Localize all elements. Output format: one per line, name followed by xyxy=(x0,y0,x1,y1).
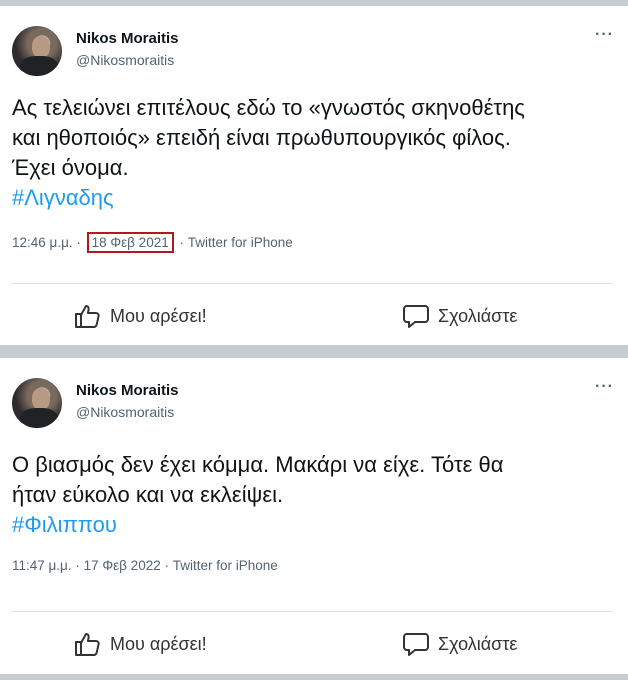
author-name[interactable]: Nikos Moraitis xyxy=(76,30,179,47)
like-button[interactable]: Μου αρέσει! xyxy=(74,631,207,657)
comment-button[interactable]: Σχολιάστε xyxy=(402,631,517,657)
tweet-date[interactable]: 17 Φεβ 2022 xyxy=(84,558,161,573)
thumbs-up-icon xyxy=(75,633,100,656)
tweet-meta: 12:46 μ.μ. · 18 Φεβ 2021 · Twitter for i… xyxy=(12,232,293,253)
tweet-time[interactable]: 11:47 μ.μ. · xyxy=(12,558,80,573)
avatar[interactable] xyxy=(12,378,62,428)
tweet-text-line: ήταν εύκολο και να εκλείψει. xyxy=(12,482,284,507)
comment-button[interactable]: Σχολιάστε xyxy=(402,303,517,329)
tweet-text: Ο βιασμός δεν έχει κόμμα. Μακάρι να είχε… xyxy=(12,450,616,540)
author-handle[interactable]: @Nikosmoraitis xyxy=(76,404,174,420)
tweet-meta: 11:47 μ.μ. · 17 Φεβ 2022 · Twitter for i… xyxy=(12,558,278,573)
speech-bubble-icon xyxy=(403,305,429,328)
comment-label: Σχολιάστε xyxy=(438,633,518,654)
bottom-separator xyxy=(0,674,628,680)
tweet-text-line: Έχει όνομα. xyxy=(12,155,129,180)
tweet-text-line: Ο βιασμός δεν έχει κόμμα. Μακάρι να είχε… xyxy=(12,452,504,477)
tweet-card: Nikos Moraitis @Nikosmoraitis ··· Ο βιασ… xyxy=(0,358,628,674)
like-button[interactable]: Μου αρέσει! xyxy=(74,303,207,329)
speech-bubble-icon xyxy=(403,633,429,656)
tweet-source: · Twitter for iPhone xyxy=(179,235,293,250)
author-handle[interactable]: @Nikosmoraitis xyxy=(76,52,174,68)
middle-separator xyxy=(0,345,628,358)
tweet-text-line: Ας τελειώνει επιτέλους εδώ το «γνωστός σ… xyxy=(12,95,525,120)
more-dots-icon[interactable]: ··· xyxy=(595,378,614,396)
comment-label: Σχολιάστε xyxy=(438,305,518,326)
tweet-source: · Twitter for iPhone xyxy=(164,558,278,573)
author-name[interactable]: Nikos Moraitis xyxy=(76,382,179,399)
hashtag-link[interactable]: #Φιλιππου xyxy=(12,510,616,540)
more-dots-icon[interactable]: ··· xyxy=(595,26,614,44)
tweet-time[interactable]: 12:46 μ.μ. · xyxy=(12,235,81,250)
tweet-text: Ας τελειώνει επιτέλους εδώ το «γνωστός σ… xyxy=(12,93,616,213)
tweet-date-highlighted[interactable]: 18 Φεβ 2021 xyxy=(86,232,174,253)
like-label: Μου αρέσει! xyxy=(110,633,207,654)
thumbs-up-icon xyxy=(75,305,100,328)
avatar[interactable] xyxy=(12,26,62,76)
hashtag-link[interactable]: #Λιγναδης xyxy=(12,183,616,213)
tweet-card: Nikos Moraitis @Nikosmoraitis ··· Ας τελ… xyxy=(0,6,628,345)
tweet-text-line: και ηθοποιός» επειδή είναι πρωθυπουργικό… xyxy=(12,125,511,150)
divider xyxy=(12,611,612,612)
like-label: Μου αρέσει! xyxy=(110,305,207,326)
divider xyxy=(12,283,612,284)
